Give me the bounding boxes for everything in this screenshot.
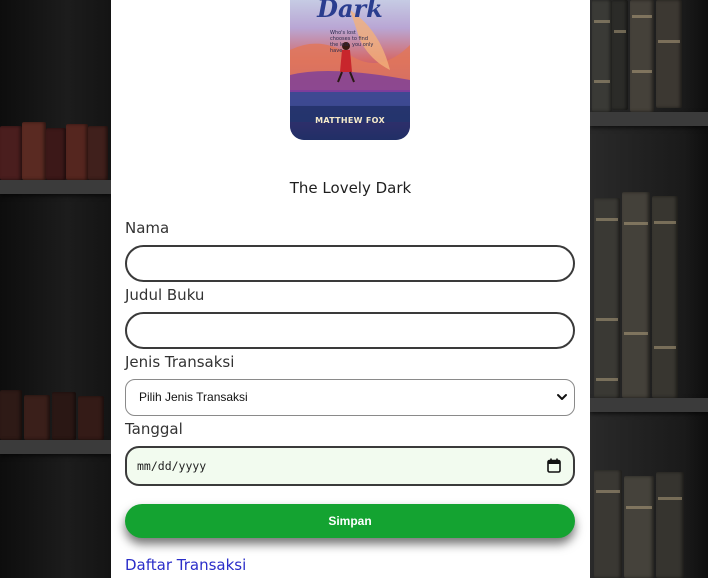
shelf-book (88, 126, 108, 180)
shelf-book (0, 390, 22, 440)
cover-tagline: Who's lost chooses to find the lost, you… (330, 30, 374, 54)
shelf-book (66, 124, 88, 180)
chevron-down-icon (557, 394, 567, 400)
shelf-book (652, 196, 678, 398)
cover-title: Dark (317, 0, 383, 23)
shelf-board (0, 180, 112, 194)
shelf-book (78, 396, 104, 440)
left-bookshelf (0, 0, 112, 578)
shelf-book (612, 0, 628, 110)
shelf-board (590, 112, 708, 126)
transaction-list-link[interactable]: Daftar Transaksi (125, 556, 246, 574)
book-title-label: Judul Buku (125, 286, 205, 304)
transaction-form-card: Dark Who's lost chooses to find the lost… (111, 0, 590, 578)
shelf-book (630, 0, 654, 112)
date-label: Tanggal (125, 420, 183, 438)
shelf-book (622, 192, 650, 398)
shelf-book (624, 476, 654, 578)
shelf-book (0, 126, 22, 180)
shelf-book (656, 472, 684, 578)
shelf-book (594, 198, 620, 398)
transaction-type-select[interactable]: Pilih Jenis Transaksi (125, 379, 575, 416)
shelf-book (46, 128, 66, 180)
shelf-book (24, 395, 50, 440)
cover-author: MATTHEW FOX (315, 116, 385, 125)
shelf-book (594, 470, 622, 578)
book-title-input[interactable] (125, 312, 575, 349)
shelf-board (590, 398, 708, 412)
transaction-type-label: Jenis Transaksi (125, 353, 235, 371)
transaction-type-selected: Pilih Jenis Transaksi (139, 390, 248, 404)
date-input[interactable]: mm/dd/yyyy (125, 446, 575, 486)
submit-button[interactable]: Simpan (125, 504, 575, 538)
calendar-icon[interactable] (547, 458, 561, 473)
shelf-book (52, 392, 76, 440)
shelf-book (22, 122, 46, 180)
name-input[interactable] (125, 245, 575, 282)
shelf-book (656, 0, 682, 108)
book-cover-image: Dark Who's lost chooses to find the lost… (290, 0, 410, 140)
name-label: Nama (125, 219, 170, 237)
book-title: The Lovely Dark (289, 179, 412, 197)
shelf-book (592, 0, 612, 112)
shelf-board (0, 440, 112, 454)
date-placeholder: mm/dd/yyyy (137, 459, 207, 473)
